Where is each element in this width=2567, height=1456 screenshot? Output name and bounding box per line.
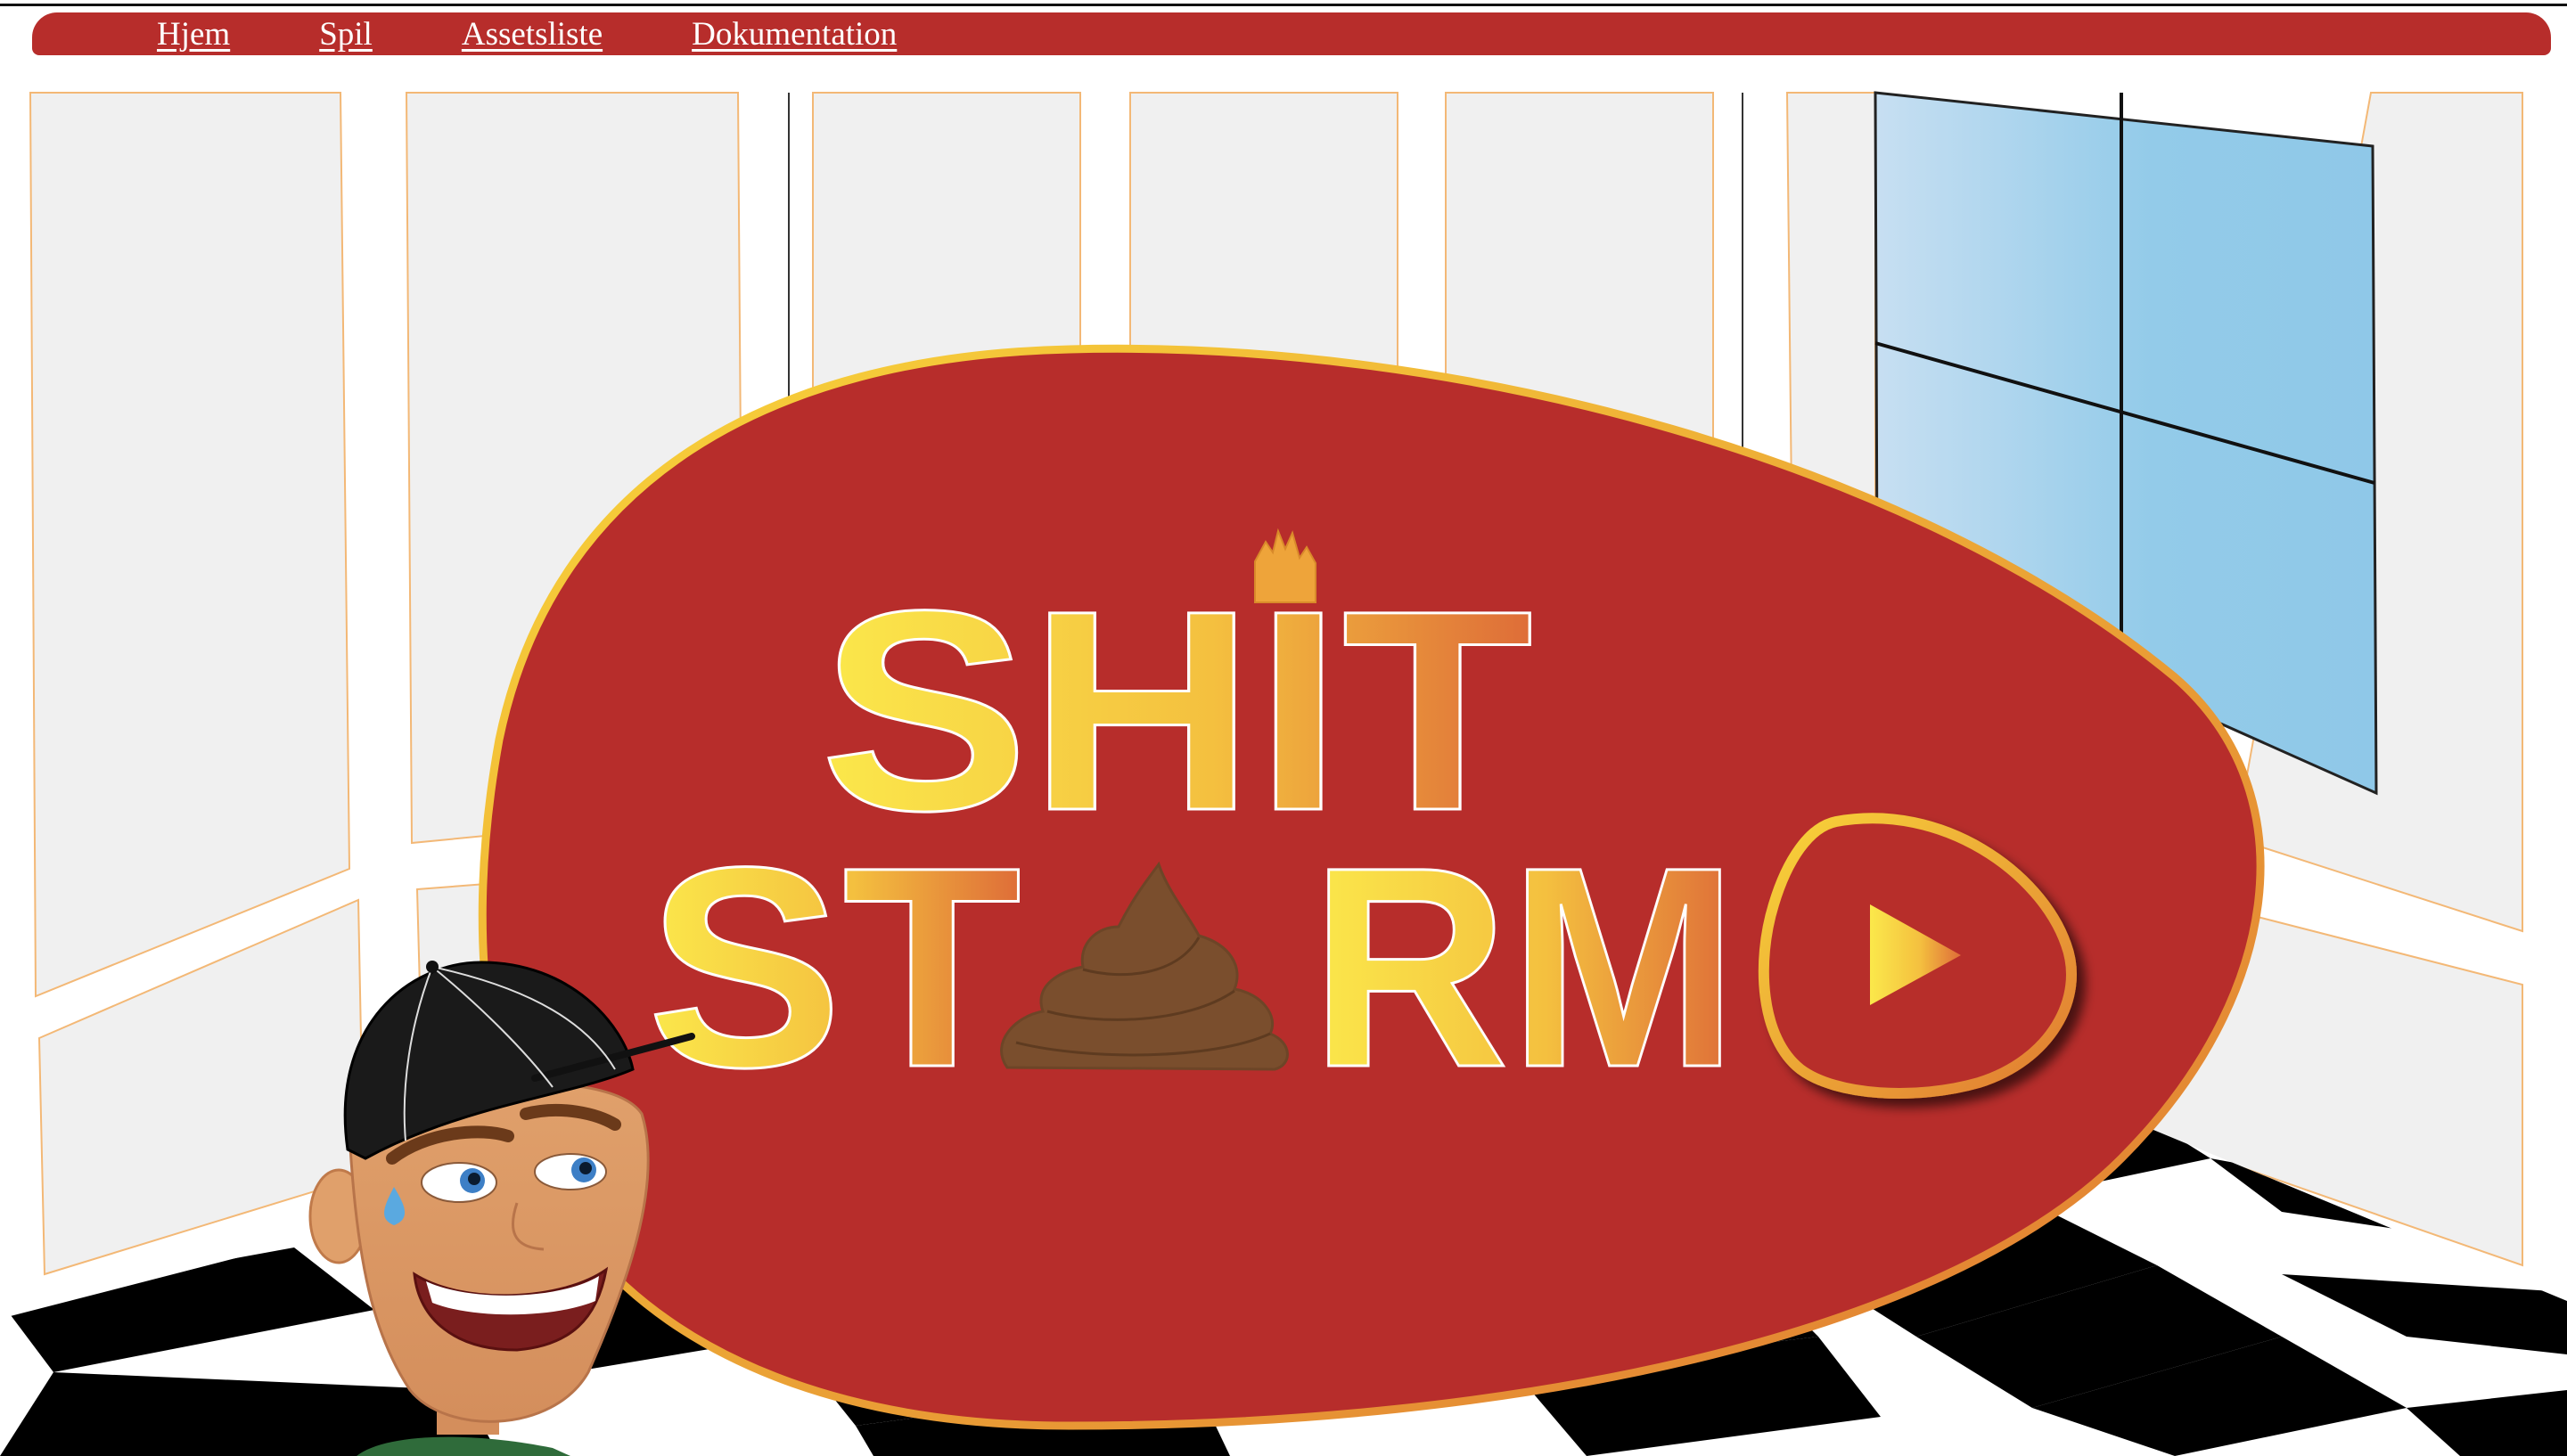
nav-link-hjem[interactable]: Hjem: [157, 18, 230, 51]
page: SHIT ST RM Hjem Spil Assetsliste Dokumen…: [0, 0, 2567, 1456]
nav-link-assetsliste[interactable]: Assetsliste: [462, 18, 603, 51]
play-button[interactable]: [1760, 811, 2081, 1105]
main-navbar: Hjem Spil Assetsliste Dokumentation: [32, 12, 2551, 55]
nav-link-spil[interactable]: Spil: [319, 18, 373, 51]
game-scene: SHIT ST RM: [0, 91, 2567, 1456]
top-border: [0, 4, 2567, 6]
logo-line-2-left: ST: [647, 807, 1021, 1126]
nav-link-dokumentation[interactable]: Dokumentation: [692, 18, 897, 51]
logo-line-2-right: RM: [1310, 807, 1738, 1126]
